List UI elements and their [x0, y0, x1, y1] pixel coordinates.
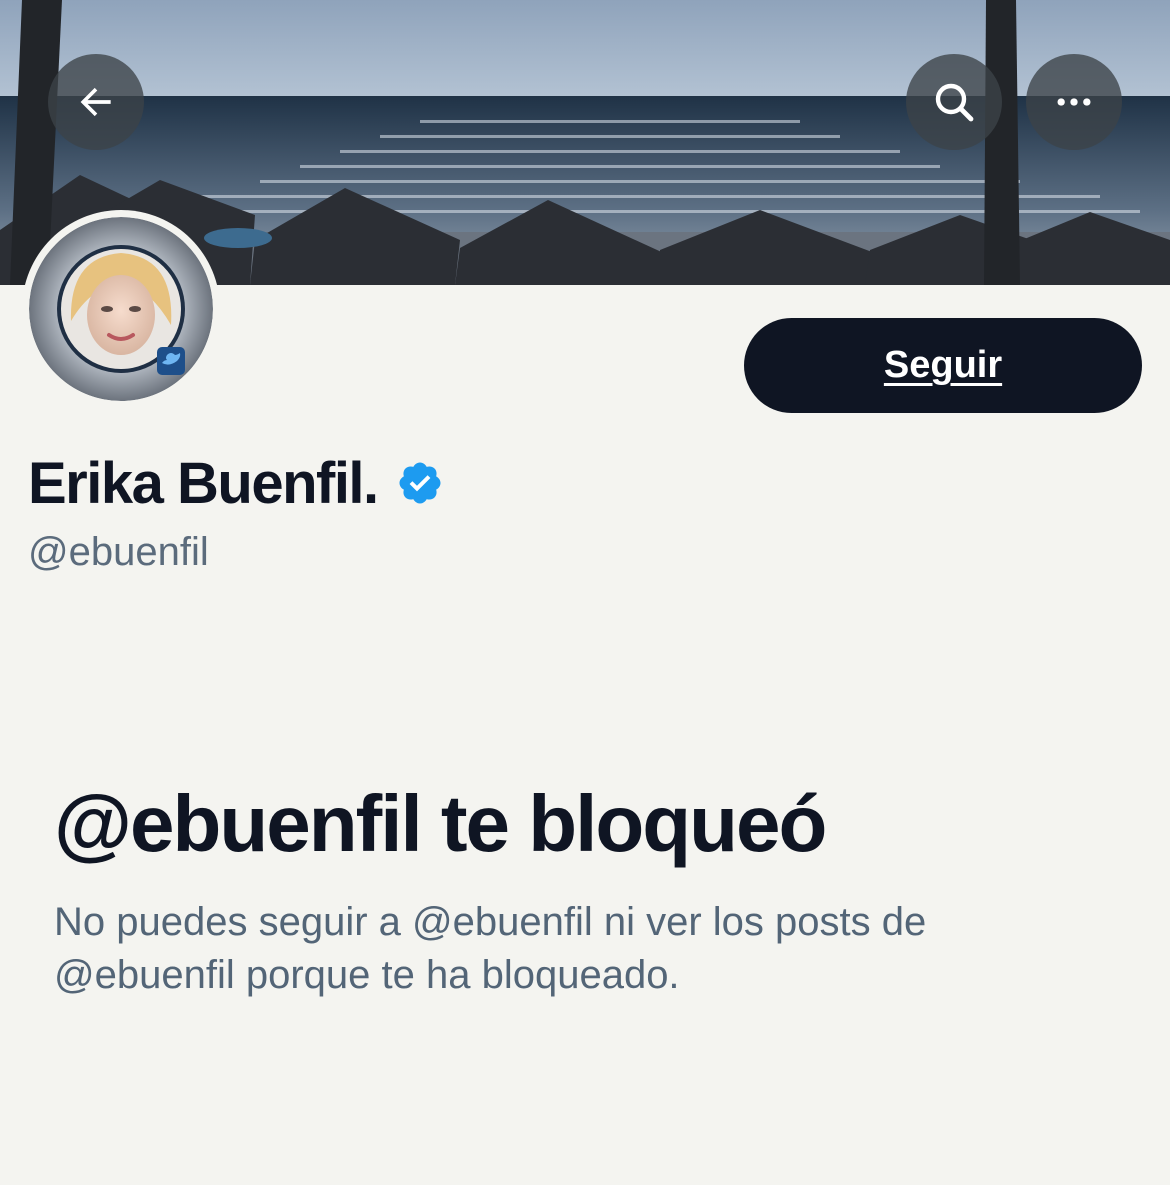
blocked-description: No puedes seguir a @ebuenfil ni ver los … — [54, 900, 927, 997]
blocked-title: @ebuenfil te bloqueó — [54, 779, 827, 868]
arrow-left-icon — [80, 87, 111, 117]
verified-badge-icon[interactable] — [396, 459, 444, 507]
more-horizontal-icon — [1057, 98, 1091, 106]
follow-button[interactable]: Seguir — [744, 318, 1142, 413]
search-icon — [935, 83, 974, 122]
search-button[interactable] — [906, 54, 1002, 150]
back-button[interactable] — [48, 54, 144, 150]
profile-handle: @ebuenfil — [28, 530, 209, 574]
more-button[interactable] — [1026, 54, 1122, 150]
profile-name-row: Erika Buenfil. — [28, 448, 444, 518]
display-name: Erika Buenfil. — [28, 450, 379, 516]
avatar-image — [29, 217, 213, 401]
avatar[interactable] — [22, 210, 220, 408]
